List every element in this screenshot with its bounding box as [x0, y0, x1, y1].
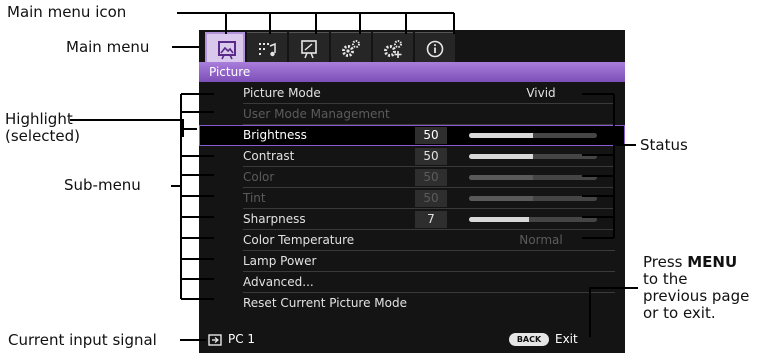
callout-lines — [70, 12, 638, 341]
